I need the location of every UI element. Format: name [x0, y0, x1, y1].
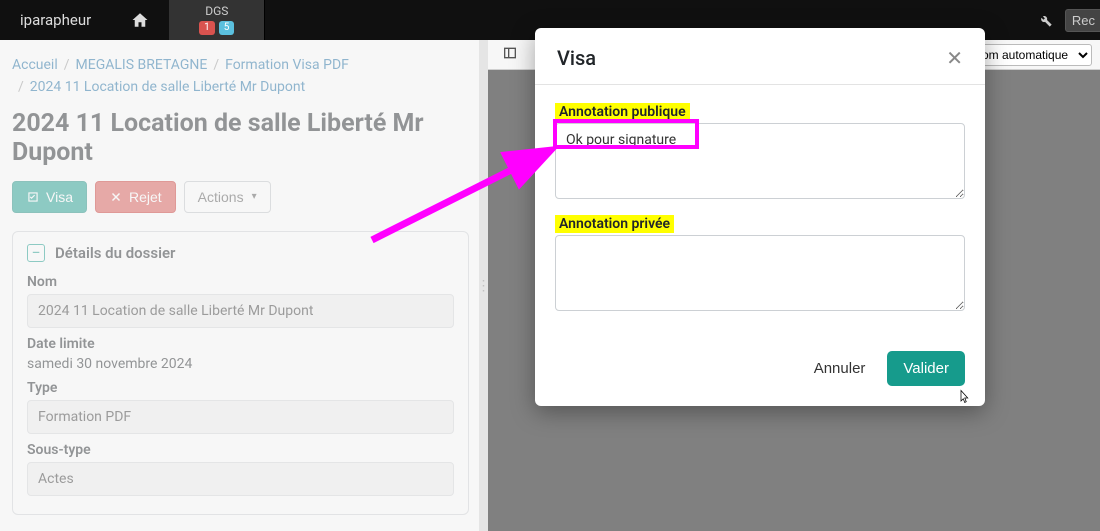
breadcrumb-item[interactable]: MEGALIS BRETAGNE — [76, 57, 208, 73]
home-icon[interactable] — [111, 0, 169, 40]
validate-button[interactable]: Valider — [887, 351, 965, 386]
breadcrumb-item[interactable]: 2024 11 Location de salle Liberté Mr Dup… — [30, 79, 305, 95]
brand[interactable]: iparapheur — [0, 0, 111, 40]
splitter-handle[interactable] — [479, 40, 488, 531]
nav-tab-label: DGS — [205, 5, 228, 18]
field-label-name: Nom — [27, 274, 454, 290]
public-annotation-group: Annotation publique — [555, 101, 965, 199]
field-value-type: Formation PDF — [27, 400, 454, 434]
left-panel: Accueil/MEGALIS BRETAGNE/Formation Visa … — [0, 40, 479, 531]
collapse-icon[interactable] — [27, 244, 45, 262]
actions-menu-button[interactable]: Actions ▾ — [184, 181, 271, 213]
badge-red: 1 — [199, 21, 215, 35]
reject-button[interactable]: Rejet — [95, 181, 176, 213]
private-annotation-label: Annotation privée — [555, 215, 674, 233]
x-icon — [109, 190, 123, 204]
field-value-name: 2024 11 Location de salle Liberté Mr Dup… — [27, 294, 454, 328]
public-annotation-label: Annotation publique — [555, 103, 690, 121]
visa-modal: Visa ✕ Annotation publique Annotation pr… — [535, 28, 985, 406]
chevron-down-icon: ▾ — [252, 191, 257, 202]
badge-blue: 5 — [219, 21, 235, 35]
breadcrumb: Accueil/MEGALIS BRETAGNE/Formation Visa … — [12, 54, 469, 99]
breadcrumb-item[interactable]: Formation Visa PDF — [225, 57, 349, 73]
close-icon[interactable]: ✕ — [946, 48, 963, 68]
field-label-deadline: Date limite — [27, 336, 454, 352]
breadcrumb-item[interactable]: Accueil — [12, 57, 58, 73]
visa-button[interactable]: Visa — [12, 181, 87, 213]
public-annotation-textarea[interactable] — [555, 123, 965, 199]
nav-tab-dgs[interactable]: DGS 1 5 — [169, 0, 265, 40]
field-label-subtype: Sous-type — [27, 442, 454, 458]
action-row: Visa Rejet Actions ▾ — [12, 181, 469, 213]
field-label-type: Type — [27, 380, 454, 396]
cancel-button[interactable]: Annuler — [802, 351, 878, 386]
private-annotation-textarea[interactable] — [555, 235, 965, 311]
nav-truncated-button[interactable]: Rec — [1065, 9, 1100, 32]
zoom-select[interactable]: om automatique — [971, 44, 1092, 66]
details-card: Détails du dossier Nom 2024 11 Location … — [12, 231, 469, 515]
wrench-icon[interactable] — [1025, 0, 1065, 40]
check-icon — [26, 190, 40, 204]
modal-title: Visa — [557, 46, 596, 70]
sidebar-toggle-icon[interactable] — [496, 43, 524, 67]
page-title: 2024 11 Location de salle Liberté Mr Dup… — [12, 109, 469, 167]
field-value-deadline: samedi 30 novembre 2024 — [27, 356, 454, 372]
card-title: Détails du dossier — [55, 244, 175, 262]
field-value-subtype: Actes — [27, 462, 454, 496]
